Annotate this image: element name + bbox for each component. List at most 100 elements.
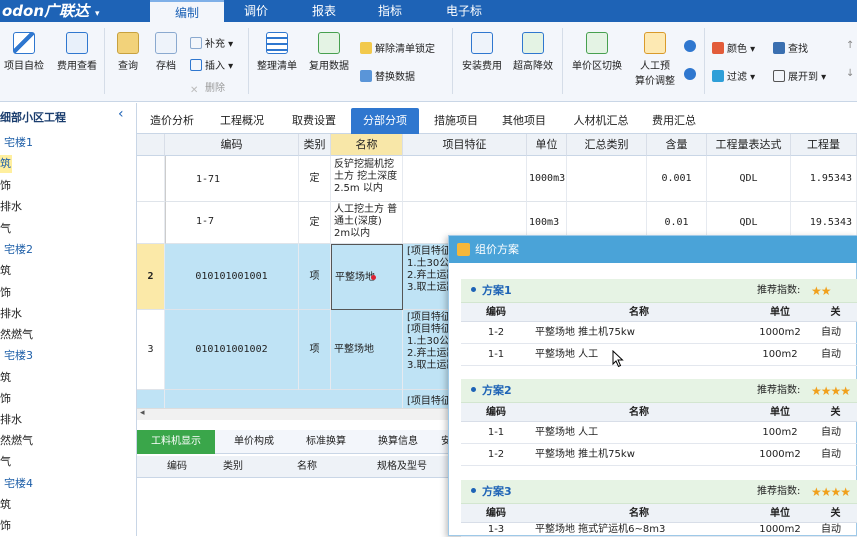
tree-item[interactable]: 筑: [0, 262, 11, 280]
menu-tab-index[interactable]: 指标: [362, 0, 418, 22]
plan-row-extra[interactable]: 自动: [813, 444, 857, 466]
grid-header-feature[interactable]: 项目特征: [403, 134, 527, 156]
row-code[interactable]: [165, 390, 403, 410]
move-up-icon[interactable]: ↑: [846, 40, 854, 51]
plan-row-unit[interactable]: 1000m2: [747, 444, 813, 466]
tree-item[interactable]: 然燃气: [0, 432, 33, 450]
plan-row-code[interactable]: 1-1: [461, 344, 531, 366]
tab-fee-summary[interactable]: 费用汇总: [643, 108, 705, 134]
tree-item[interactable]: 饰: [0, 177, 11, 195]
super-reduce-button[interactable]: 超高降效: [510, 32, 556, 72]
plan-row-extra[interactable]: 自动: [813, 422, 857, 444]
tree-item[interactable]: 宅楼4: [4, 475, 33, 493]
row-unit[interactable]: 1000m3: [527, 156, 567, 202]
row-expr[interactable]: QDL: [707, 156, 791, 202]
settings-icon-button[interactable]: [684, 68, 699, 81]
row-feature[interactable]: [403, 156, 527, 202]
bottom-header-type[interactable]: 类别: [213, 456, 253, 478]
tab-cost-analysis[interactable]: 造价分析: [141, 108, 203, 134]
scroll-left-icon[interactable]: ◂: [140, 408, 145, 418]
plan-row-code[interactable]: 1-2: [461, 322, 531, 344]
row-name[interactable]: 反铲挖掘机挖土方 挖土深度2.5m 以内: [331, 156, 403, 202]
plan-row-name[interactable]: 平整场地 人工: [531, 422, 747, 444]
tree-item[interactable]: 饰: [0, 517, 11, 535]
tree-item[interactable]: 饰: [0, 284, 11, 302]
bottom-header-code[interactable]: 编码: [147, 456, 207, 478]
row-code[interactable]: 1-71: [165, 156, 299, 202]
install-fee-button[interactable]: 安装费用: [458, 32, 506, 72]
row-name[interactable]: 平整场地: [331, 310, 403, 390]
tree-item[interactable]: 排水: [0, 305, 22, 323]
grid-header-summary[interactable]: 汇总类别: [567, 134, 647, 156]
tab-labor-material-display[interactable]: 工料机显示: [137, 430, 215, 454]
tab-project-overview[interactable]: 工程概况: [209, 108, 275, 134]
tree-item[interactable]: 宅楼1: [4, 134, 33, 152]
plan-row-code[interactable]: 1-1: [461, 422, 531, 444]
tree-item[interactable]: 气: [0, 220, 11, 238]
plan-row-unit[interactable]: 1000m2: [747, 322, 813, 344]
move-down-icon[interactable]: ↓: [846, 68, 854, 79]
delete-button[interactable]: ✕ 删除: [190, 79, 225, 97]
grid-header-code[interactable]: 编码: [165, 134, 299, 156]
tab-sub-items[interactable]: 分部分项: [351, 108, 419, 134]
tab-unit-price-composition[interactable]: 单价构成: [219, 430, 289, 454]
project-check-button[interactable]: 项目自检: [2, 32, 46, 72]
tree-item-selected[interactable]: 筑: [0, 155, 12, 173]
find-button[interactable]: 查找: [773, 40, 808, 55]
row-code[interactable]: 010101001002: [165, 310, 299, 390]
plan-row-name[interactable]: 平整场地 拖式铲运机6~8m3: [531, 523, 747, 537]
tree-item[interactable]: 筑: [0, 496, 11, 514]
insert-button[interactable]: 插入 ▾: [190, 57, 233, 72]
grid-header-type[interactable]: 类别: [299, 134, 331, 156]
tab-fee-settings[interactable]: 取费设置: [281, 108, 347, 134]
color-button[interactable]: 颜色 ▾: [712, 40, 755, 55]
bottom-header-name[interactable]: 名称: [277, 456, 337, 478]
plan-row-extra[interactable]: 自动: [813, 523, 857, 537]
refresh-icon-button[interactable]: [684, 40, 699, 53]
plan-row-name[interactable]: 平整场地 人工: [531, 344, 747, 366]
tree-item[interactable]: 然燃气: [0, 326, 33, 344]
plan-header[interactable]: 方案3 推荐指数: ★★★★: [461, 480, 857, 504]
tree-item[interactable]: 饰: [0, 390, 11, 408]
tab-standard-conversion[interactable]: 标准换算: [291, 430, 361, 454]
replace-data-button[interactable]: 替换数据: [360, 68, 415, 83]
plan-row-extra[interactable]: 自动: [813, 322, 857, 344]
plan-row-unit[interactable]: 1000m2: [747, 523, 813, 537]
row-type[interactable]: 项: [299, 310, 331, 390]
plan-row-extra[interactable]: 自动: [813, 344, 857, 366]
row-type[interactable]: 定: [299, 202, 331, 244]
row-name[interactable]: 人工挖土方 普通土(深度) 2m以内: [331, 202, 403, 244]
bottom-header-spec[interactable]: 规格及型号: [367, 456, 437, 478]
grid-header-unit[interactable]: 单位: [527, 134, 567, 156]
plan-row-code[interactable]: 1-3: [461, 523, 531, 537]
dialog-title-bar[interactable]: 组价方案: [449, 236, 857, 263]
row-code[interactable]: 1-7: [165, 202, 299, 244]
grid-header-expr[interactable]: 工程量表达式: [707, 134, 791, 156]
fee-view-button[interactable]: 费用查看: [54, 32, 100, 72]
organize-list-button[interactable]: 整理清单: [254, 32, 300, 72]
tree-item[interactable]: 筑: [0, 369, 11, 387]
unlock-list-button[interactable]: 解除清单锁定: [360, 40, 435, 55]
menu-tab-e-bid[interactable]: 电子标: [436, 0, 492, 22]
supplement-button[interactable]: 补充 ▾: [190, 35, 233, 50]
plan-row-unit[interactable]: 100m2: [747, 344, 813, 366]
row-summary[interactable]: [567, 156, 647, 202]
filter-button[interactable]: 过滤 ▾: [712, 68, 755, 83]
save-button[interactable]: 存档: [150, 32, 182, 72]
plan-header[interactable]: 方案2 推荐指数: ★★★★: [461, 379, 857, 403]
app-logo[interactable]: odon广联达 ▾: [0, 0, 150, 22]
row-num[interactable]: 3: [137, 310, 165, 390]
tab-other-items[interactable]: 其他项目: [493, 108, 555, 134]
row-num[interactable]: 2: [137, 244, 165, 310]
query-button[interactable]: 查询: [112, 32, 144, 72]
menu-tab-report[interactable]: 报表: [296, 0, 352, 22]
horizontal-scrollbar[interactable]: ◂: [137, 408, 452, 420]
tree-root[interactable]: 细部小区工程: [0, 109, 66, 127]
tree-item[interactable]: 气: [0, 453, 11, 471]
grid-header-qty[interactable]: 工程量: [791, 134, 857, 156]
grid-header-name[interactable]: 名称: [331, 134, 403, 156]
row-code[interactable]: 010101001001: [165, 244, 299, 310]
unit-switch-button[interactable]: 单价区切换: [568, 32, 626, 72]
row-type[interactable]: 定: [299, 156, 331, 202]
tree-item[interactable]: 排水: [0, 198, 22, 216]
